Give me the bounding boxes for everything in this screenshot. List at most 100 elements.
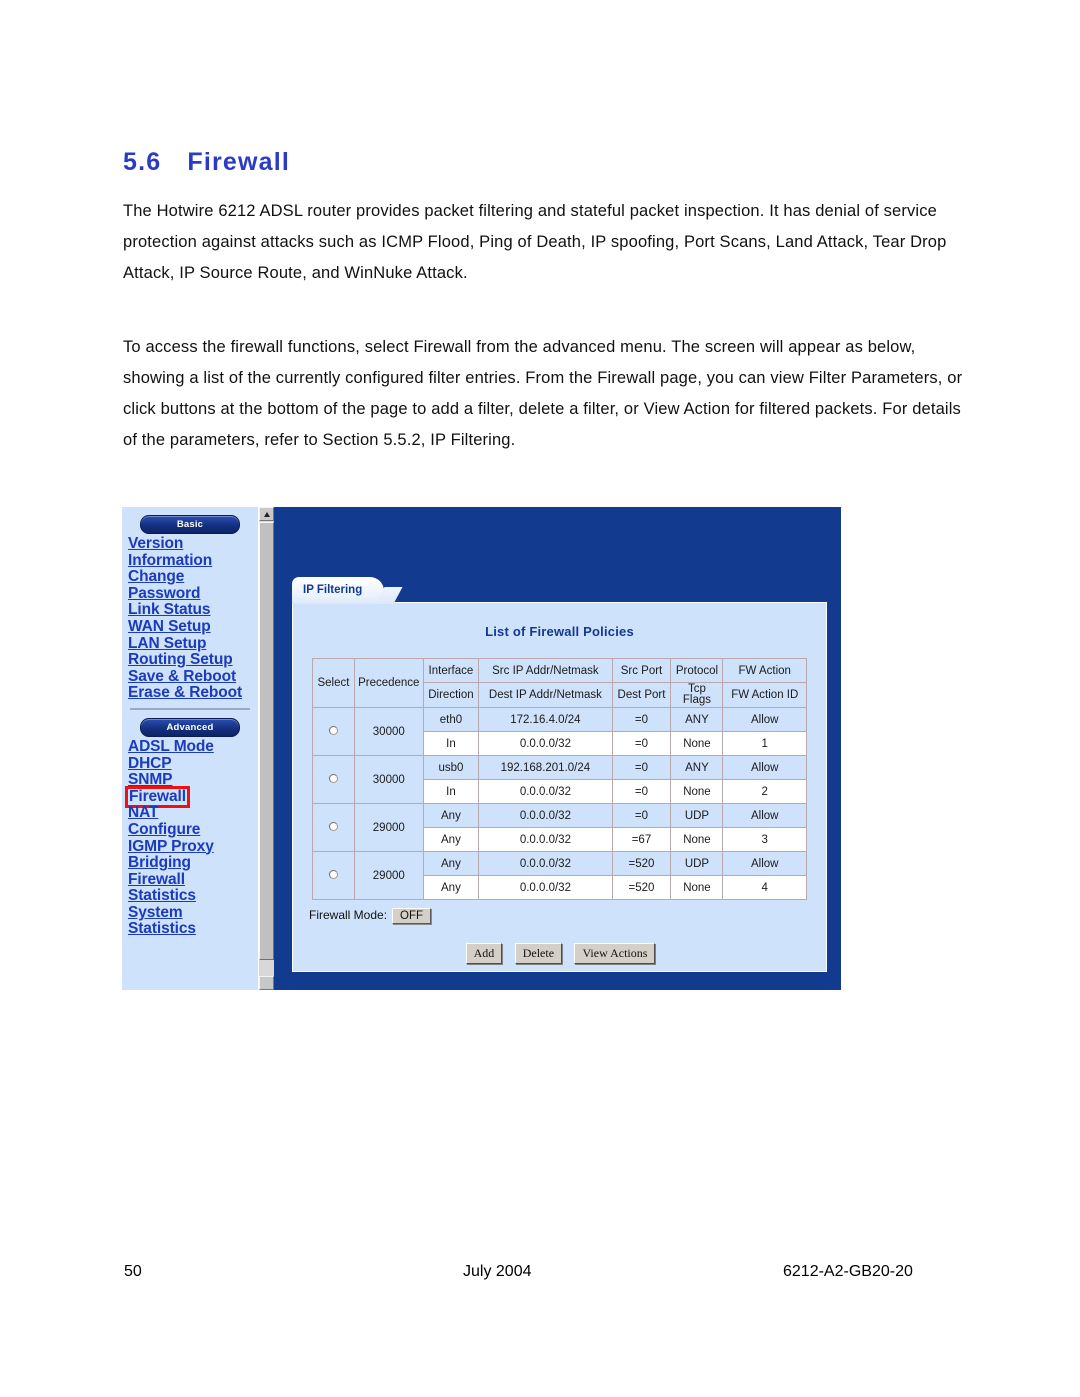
footer-date: July 2004: [463, 1263, 532, 1280]
row-direction-4: Any: [422, 875, 480, 900]
manual-page: 5.6 Firewall The Hotwire 6212 ADSL router…: [0, 0, 1080, 1397]
row-select-radio-3[interactable]: [312, 803, 355, 852]
header-src-port: Src Port: [611, 658, 672, 683]
row-dest-addr-3: 0.0.0.0/32: [478, 827, 613, 852]
row-src-addr-2: 192.168.201.0/24: [478, 755, 613, 780]
row-fw-action-4: Allow: [722, 851, 807, 876]
sidebar-item-configure[interactable]: Configure: [128, 821, 258, 839]
row-precedence-4: 29000: [353, 851, 424, 900]
sidebar-item-link-status[interactable]: Link Status: [128, 602, 258, 619]
row-protocol-4: UDP: [670, 851, 724, 876]
triangle-up-icon: [264, 512, 270, 517]
sidebar-item-snmp[interactable]: SNMP: [128, 772, 258, 789]
row-fw-action-2: Allow: [722, 755, 807, 780]
sidebar-item-firewall[interactable]: Firewall: [125, 785, 258, 809]
body-paragraph-2: To access the firewall functions, select…: [123, 338, 963, 449]
row-dest-port-1: =0: [611, 731, 672, 756]
row-dest-addr-2: 0.0.0.0/32: [478, 779, 613, 804]
sidebar-item-firewall-statistics[interactable]: Firewall Statistics: [128, 871, 258, 905]
row-interface-1: eth0: [422, 707, 480, 732]
tab-ip-filtering[interactable]: IP Filtering: [292, 577, 384, 604]
row-protocol-1: ANY: [670, 707, 724, 732]
row-interface-2: usb0: [422, 755, 480, 780]
sidebar-item-nat[interactable]: NAT: [128, 805, 258, 822]
row-direction-2: In: [422, 779, 480, 804]
table-header-row-1: Select Precedence Interface Src IP Addr/…: [312, 658, 807, 708]
row-src-port-2: =0: [611, 755, 672, 780]
firewall-mode-label: Firewall Mode:: [309, 908, 388, 922]
sidebar-item-erase-reboot[interactable]: Erase & Reboot: [128, 685, 258, 702]
sidebar-item-dhcp[interactable]: DHCP: [128, 755, 258, 773]
sidebar-item-system-statistics[interactable]: System Statistics: [128, 904, 258, 938]
header-dest-port: Dest Port: [611, 682, 672, 708]
header-dest-addr: Dest IP Addr/Netmask: [478, 682, 613, 708]
firewall-mode-row: Firewall Mode: OFF: [309, 908, 432, 924]
header-protocol: Protocol: [670, 658, 724, 683]
footer-doc-number: 6212-A2-GB20-20: [783, 1263, 913, 1280]
row-fw-action-id-1: 1: [722, 731, 807, 756]
row-dest-port-4: =520: [611, 875, 672, 900]
embedded-router-screenshot: Basic Version Information Change Passwor…: [122, 507, 841, 990]
radio-icon[interactable]: [328, 725, 338, 735]
firewall-mode-toggle-button[interactable]: OFF: [392, 908, 432, 924]
sidebar-scrollbar[interactable]: [258, 507, 274, 990]
row-direction-3: Any: [422, 827, 480, 852]
radio-icon[interactable]: [328, 773, 338, 783]
row-protocol-3: UDP: [670, 803, 724, 828]
sidebar-item-adsl-mode[interactable]: ADSL Mode: [128, 738, 258, 756]
row-select-radio-2[interactable]: [312, 755, 355, 804]
sidebar-divider: [130, 707, 250, 710]
sidebar-item-bridging[interactable]: Bridging: [128, 854, 258, 872]
add-button[interactable]: Add: [465, 943, 503, 964]
page-footer: 50 July 2004 6212-A2-GB20-20: [0, 1263, 1080, 1287]
panel-title: List of Firewall Policies: [485, 624, 634, 639]
sidebar-item-change-password[interactable]: Change Password: [128, 568, 258, 602]
sidebar-item-wan-setup[interactable]: WAN Setup: [128, 618, 258, 636]
header-direction: Direction: [422, 682, 480, 708]
row-interface-3: Any: [422, 803, 480, 828]
table-row: 30000 usb0 192.168.201.0/24 =0 ANY Allow: [312, 755, 807, 804]
sidebar-item-lan-setup[interactable]: LAN Setup: [128, 635, 258, 653]
radio-icon[interactable]: [328, 821, 338, 831]
row-src-port-3: =0: [611, 803, 672, 828]
table-row: 29000 Any 0.0.0.0/32 =520 UDP Allow: [312, 851, 807, 900]
row-src-addr-4: 0.0.0.0/32: [478, 851, 613, 876]
row-direction-1: In: [422, 731, 480, 756]
sidebar-item-igmp-proxy[interactable]: IGMP Proxy: [128, 838, 258, 856]
sidebar-item-routing-setup[interactable]: Routing Setup: [128, 652, 258, 669]
row-tcp-flags-1: None: [670, 731, 724, 756]
sidebar-item-version-information[interactable]: Version Information: [128, 535, 258, 569]
scroll-up-button[interactable]: [259, 507, 274, 521]
delete-button[interactable]: Delete: [514, 943, 563, 964]
scroll-down-button[interactable]: [259, 976, 274, 990]
row-tcp-flags-3: None: [670, 827, 724, 852]
sidebar-item-save-reboot[interactable]: Save & Reboot: [128, 668, 258, 686]
header-interface: Interface: [422, 658, 480, 683]
row-fw-action-id-4: 4: [722, 875, 807, 900]
action-button-row: Add Delete View Actions: [293, 943, 828, 964]
row-precedence-3: 29000: [353, 803, 424, 852]
row-tcp-flags-4: None: [670, 875, 724, 900]
row-src-addr-1: 172.16.4.0/24: [478, 707, 613, 732]
row-dest-addr-4: 0.0.0.0/32: [478, 875, 613, 900]
section-number: 5.6: [123, 148, 162, 176]
scrollbar-thumb[interactable]: [259, 522, 274, 960]
view-actions-button[interactable]: View Actions: [574, 943, 656, 964]
header-tcp-flags: Tcp Flags: [670, 682, 724, 708]
row-dest-port-3: =67: [611, 827, 672, 852]
row-precedence-1: 30000: [353, 707, 424, 756]
header-precedence: Precedence: [353, 658, 424, 708]
row-src-addr-3: 0.0.0.0/32: [478, 803, 613, 828]
table-row: 29000 Any 0.0.0.0/32 =0 UDP Allow: [312, 803, 807, 852]
header-src-addr: Src IP Addr/Netmask: [478, 658, 613, 683]
radio-icon[interactable]: [328, 869, 338, 879]
table-row: 30000 eth0 172.16.4.0/24 =0 ANY Allow: [312, 707, 807, 756]
row-select-radio-4[interactable]: [312, 851, 355, 900]
row-dest-addr-1: 0.0.0.0/32: [478, 731, 613, 756]
sidebar-basic-header: Basic: [140, 515, 240, 534]
router-main-area: IP Filtering List of Firewall Policies S…: [274, 507, 841, 990]
row-dest-port-2: =0: [611, 779, 672, 804]
row-fw-action-id-3: 3: [722, 827, 807, 852]
section-heading: 5.6 Firewall: [123, 148, 290, 177]
row-select-radio-1[interactable]: [312, 707, 355, 756]
